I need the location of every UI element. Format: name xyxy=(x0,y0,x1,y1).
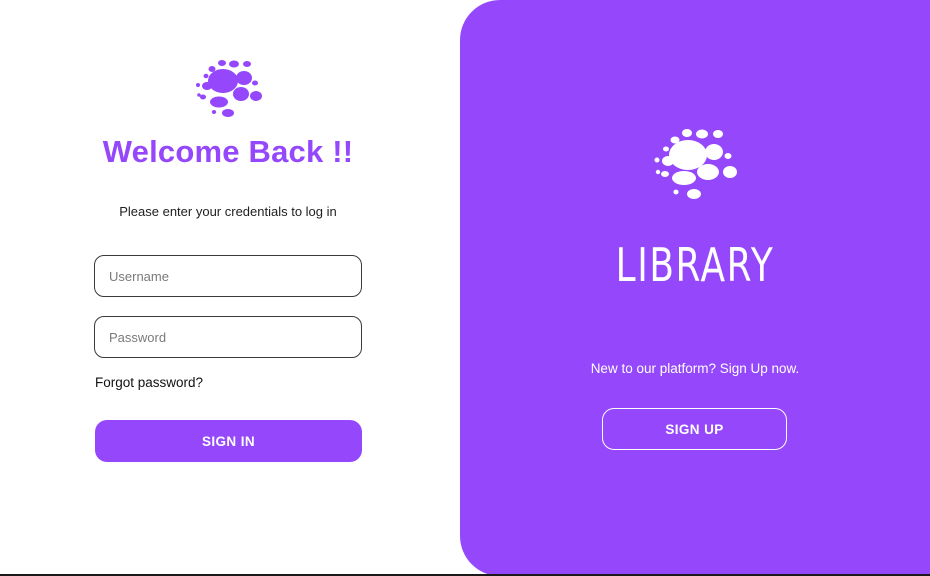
signup-panel: LIBRARY New to our platform? Sign Up now… xyxy=(460,0,930,576)
username-input[interactable] xyxy=(94,255,362,297)
dotted-sphere-logo-icon xyxy=(196,60,262,117)
password-input[interactable] xyxy=(94,316,362,358)
dotted-sphere-logo-icon xyxy=(654,129,737,199)
login-page: Welcome Back !! Please enter your creden… xyxy=(0,0,930,576)
sign-up-button[interactable]: SIGN UP xyxy=(602,408,787,450)
login-subtitle: Please enter your credentials to log in xyxy=(119,204,337,219)
login-form-section: Welcome Back !! Please enter your creden… xyxy=(0,0,460,576)
forgot-password-link[interactable]: Forgot password? xyxy=(95,375,203,390)
page-title: Welcome Back !! xyxy=(102,134,354,169)
signup-prompt: New to our platform? Sign Up now. xyxy=(590,361,800,376)
sign-in-button[interactable]: SIGN IN xyxy=(95,420,362,462)
brand-name: LIBRARY xyxy=(615,238,775,292)
